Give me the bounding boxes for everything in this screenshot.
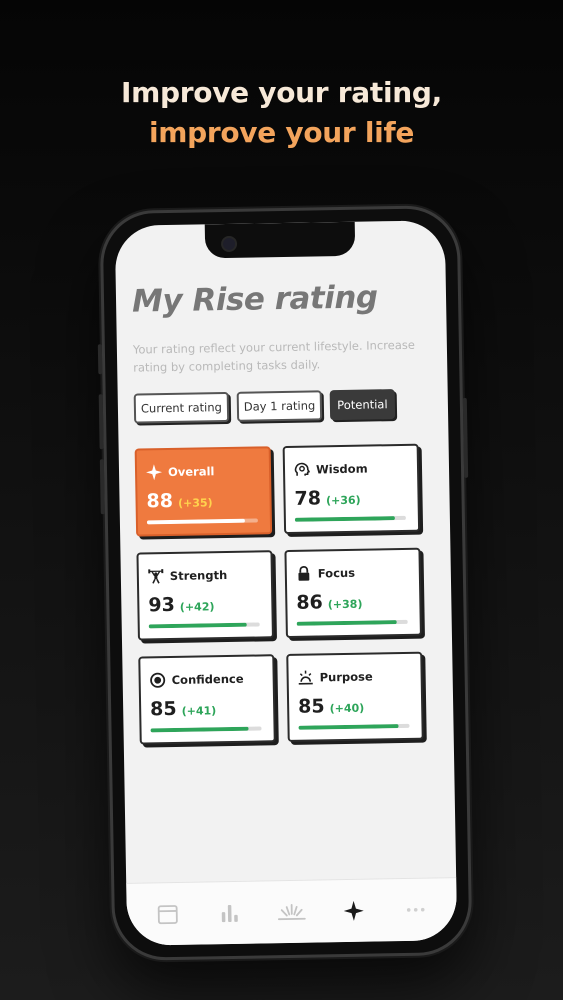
bottom-tab-bar	[126, 877, 458, 946]
page-subtitle: Your rating reflect your current lifesty…	[132, 337, 415, 375]
mute-switch	[97, 344, 103, 375]
card-delta: (+42)	[179, 600, 215, 614]
card-delta: (+38)	[327, 597, 363, 612]
card-score: 86	[296, 591, 323, 614]
sparkle-icon[interactable]	[337, 895, 370, 928]
card-score: 93	[148, 593, 176, 617]
calendar-icon[interactable]	[151, 898, 184, 931]
tab-day-1-rating[interactable]: Day 1 rating	[236, 390, 323, 422]
rating-card-focus[interactable]: Focus 86 (+38)	[284, 547, 422, 639]
sparkle-icon	[146, 464, 163, 481]
target-icon	[150, 672, 166, 688]
phone-frame: My Rise rating Your rating reflect your …	[97, 204, 473, 962]
weightlifter-icon	[148, 568, 164, 584]
progress-track	[150, 726, 262, 733]
app-screen: My Rise rating Your rating reflect your …	[114, 220, 458, 946]
card-label: Confidence	[171, 671, 244, 688]
volume-up-button	[98, 394, 104, 450]
progress-fill	[150, 726, 249, 733]
rating-grid: Overall 88 (+35) Wisdom 78 (+36) Strengt…	[134, 443, 428, 745]
card-delta: (+35)	[177, 496, 213, 510]
head-brain-icon	[294, 462, 310, 478]
volume-down-button	[99, 459, 105, 515]
progress-fill	[298, 724, 399, 730]
progress-fill	[146, 518, 245, 525]
card-delta: (+40)	[329, 701, 365, 716]
more-icon[interactable]	[399, 894, 432, 927]
page-title: My Rise rating	[131, 279, 378, 320]
card-label: Purpose	[319, 669, 373, 685]
progress-fill	[148, 622, 247, 629]
headline-line-2: improve your life	[148, 116, 415, 149]
rating-card-strength[interactable]: Strength 93 (+42)	[136, 550, 274, 641]
progress-track	[148, 622, 260, 629]
camera	[220, 235, 238, 253]
power-button	[462, 397, 469, 478]
progress-track	[298, 723, 410, 730]
card-label: Wisdom	[315, 461, 368, 477]
speaker	[244, 220, 315, 224]
card-label: Focus	[317, 565, 356, 581]
card-label: Strength	[169, 568, 228, 584]
rating-card-purpose[interactable]: Purpose 85 (+40)	[286, 651, 424, 742]
tab-current-rating[interactable]: Current rating	[133, 391, 230, 424]
notch	[204, 220, 356, 259]
bar-chart-icon[interactable]	[213, 897, 246, 930]
card-score: 88	[146, 489, 174, 513]
progress-track	[296, 619, 408, 626]
progress-track	[294, 515, 406, 522]
rating-card-wisdom[interactable]: Wisdom 78 (+36)	[282, 443, 421, 535]
card-label: Overall	[167, 464, 215, 480]
card-score: 85	[297, 695, 325, 718]
card-delta: (+41)	[181, 704, 217, 718]
lock-icon	[296, 565, 312, 582]
headline-line-1: Improve your rating,	[121, 76, 442, 109]
card-score: 85	[149, 697, 177, 721]
progress-track	[146, 518, 258, 525]
sunrise-icon	[298, 670, 314, 686]
rating-card-overall[interactable]: Overall 88 (+35)	[134, 446, 273, 537]
card-delta: (+36)	[325, 493, 361, 508]
tab-potential[interactable]: Potential	[329, 389, 395, 421]
progress-fill	[296, 620, 397, 626]
rise-logo-icon[interactable]	[275, 896, 308, 929]
card-score: 78	[294, 487, 322, 510]
rating-tabs: Current rating Day 1 rating Potential	[133, 389, 395, 424]
progress-fill	[294, 516, 395, 522]
rating-card-confidence[interactable]: Confidence 85 (+41)	[138, 654, 276, 745]
